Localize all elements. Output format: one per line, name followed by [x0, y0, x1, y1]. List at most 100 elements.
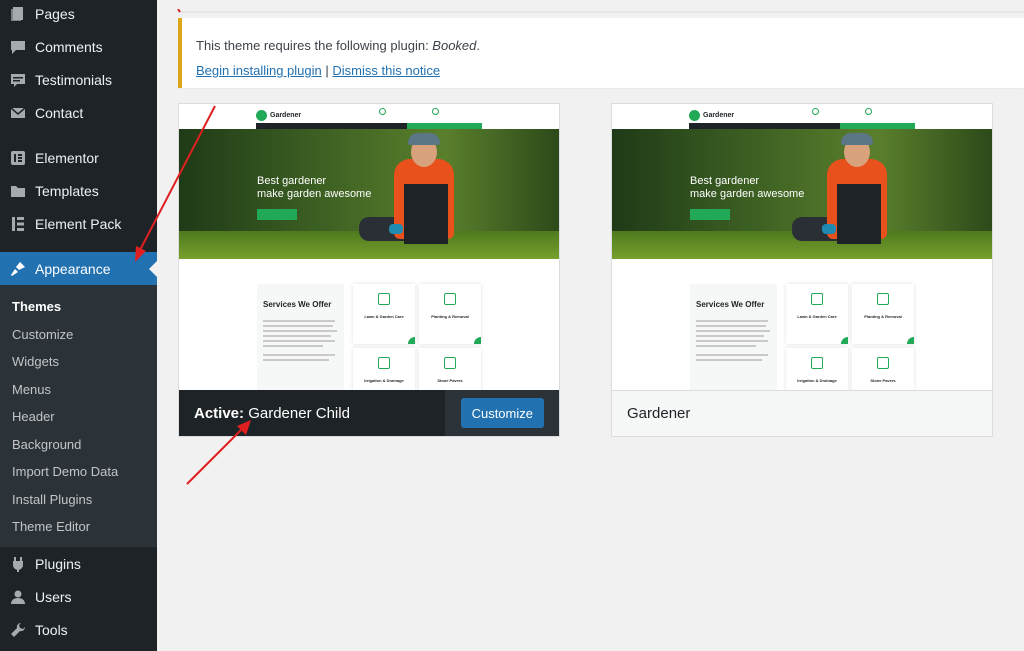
- text-line: [696, 340, 768, 342]
- clock-icon: [432, 108, 439, 115]
- text-line: [696, 359, 762, 361]
- active-theme-name: Active: Gardener Child: [194, 405, 350, 422]
- text-line: [696, 325, 766, 327]
- services-intro: Services We Offer: [257, 284, 344, 390]
- elementor-icon: [9, 149, 27, 167]
- service-card: Stone Pavers: [852, 348, 914, 390]
- preview-hero: Best gardener make garden awesome: [612, 129, 992, 259]
- text-line: [263, 330, 337, 332]
- theme-name: Gardener: [627, 405, 691, 422]
- sidebar-item-comments[interactable]: Comments: [0, 30, 157, 63]
- service-card: Irrigation & Drainage: [786, 348, 848, 390]
- submenu-item-install-plugins[interactable]: Install Plugins: [12, 492, 92, 507]
- sidebar-item-plugins[interactable]: Plugins: [0, 547, 157, 580]
- hero-button: [257, 209, 297, 220]
- top-content-border: [157, 0, 1024, 13]
- service-label: Planting & Removal: [864, 314, 902, 319]
- preview-logo: Gardener: [689, 110, 734, 121]
- submenu-item-theme-editor[interactable]: Theme Editor: [12, 519, 90, 534]
- sidebar-item-pages[interactable]: Pages: [0, 0, 157, 30]
- comments-icon: [9, 38, 27, 56]
- service-label: Irrigation & Drainage: [364, 378, 404, 383]
- hero-title-line: Best gardener: [257, 175, 327, 187]
- text-line: [263, 335, 331, 337]
- submenu-item-header[interactable]: Header: [12, 409, 55, 424]
- submenu-item-themes[interactable]: Themes: [12, 299, 61, 314]
- appearance-icon: [9, 260, 27, 278]
- theme-screenshot[interactable]: Gardener Best gardener make garden awesom…: [612, 104, 992, 390]
- lawn-care-icon: [811, 293, 823, 305]
- service-label: Planting & Removal: [431, 314, 469, 319]
- preview-logo-text: Gardener: [703, 112, 735, 119]
- notice-separator: |: [325, 63, 329, 78]
- service-card: Lawn & Garden Care: [353, 284, 415, 344]
- stone-pavers-icon: [877, 357, 889, 369]
- preview-hero: Best gardener make garden awesome: [179, 129, 559, 259]
- sidebar-item-tools[interactable]: Tools: [0, 613, 157, 646]
- services-title: Services We Offer: [696, 300, 765, 309]
- sidebar-item-users[interactable]: Users: [0, 580, 157, 613]
- service-label: Lawn & Garden Care: [364, 314, 404, 319]
- location-icon: [812, 108, 819, 115]
- theme-card-active[interactable]: Gardener Best gardener make garden awesom…: [178, 103, 560, 437]
- preview-logo: Gardener: [256, 110, 301, 121]
- service-card: Planting & Removal: [852, 284, 914, 344]
- admin-sidebar: Pages Comments Testimonials Contact Elem…: [0, 0, 157, 651]
- text-line: [696, 354, 768, 356]
- notice-plugin-name: Booked: [432, 38, 477, 53]
- theme-screenshot[interactable]: Gardener Best gardener make garden awesom…: [179, 104, 559, 390]
- text-line: [263, 340, 335, 342]
- services-title: Services We Offer: [263, 300, 332, 309]
- sidebar-item-templates[interactable]: Templates: [0, 174, 157, 207]
- text-line: [263, 354, 335, 356]
- service-label: Lawn & Garden Care: [797, 314, 837, 319]
- person-overalls: [404, 184, 448, 244]
- sidebar-item-testimonials[interactable]: Testimonials: [0, 63, 157, 96]
- service-label: Stone Pavers: [870, 378, 896, 383]
- corner-accent: [841, 337, 848, 344]
- text-line: [263, 325, 333, 327]
- planting-icon: [444, 293, 456, 305]
- submenu-item-import-demo-data[interactable]: Import Demo Data: [12, 464, 118, 479]
- sidebar-item-label: Comments: [35, 38, 103, 55]
- glove: [389, 224, 403, 234]
- corner-accent: [408, 337, 415, 344]
- location-icon: [379, 108, 386, 115]
- irrigation-icon: [811, 357, 823, 369]
- users-icon: [9, 588, 27, 606]
- corner-accent: [474, 337, 481, 344]
- preview-hours: [865, 108, 874, 115]
- submenu-item-widgets[interactable]: Widgets: [12, 354, 59, 369]
- service-card: Irrigation & Drainage: [353, 348, 415, 390]
- hero-title: Best gardener make garden awesome: [690, 175, 804, 201]
- pages-icon: [9, 5, 27, 23]
- irrigation-icon: [378, 357, 390, 369]
- sidebar-item-label: Element Pack: [35, 215, 122, 232]
- leaf-icon: [689, 110, 700, 121]
- person-cap: [841, 133, 873, 145]
- active-label: Active:: [194, 404, 245, 422]
- customize-button[interactable]: Customize: [460, 398, 544, 428]
- submenu-item-background[interactable]: Background: [12, 437, 81, 452]
- preview-hours: [432, 108, 441, 115]
- begin-installing-plugin-link[interactable]: Begin installing plugin: [196, 63, 322, 78]
- text-line: [696, 320, 768, 322]
- sidebar-item-label: Plugins: [35, 555, 81, 572]
- submenu-item-customize[interactable]: Customize: [12, 327, 73, 342]
- submenu-item-menus[interactable]: Menus: [12, 382, 51, 397]
- theme-card-gardener[interactable]: Gardener Best gardener make garden awesom…: [611, 103, 993, 437]
- sidebar-item-elementor[interactable]: Elementor: [0, 141, 157, 174]
- text-line: [696, 330, 770, 332]
- text-line: [263, 320, 335, 322]
- sidebar-item-contact[interactable]: Contact: [0, 96, 157, 129]
- sidebar-item-label: Users: [35, 588, 72, 605]
- sidebar-item-appearance[interactable]: Appearance: [0, 252, 157, 285]
- sidebar-item-label: Elementor: [35, 149, 99, 166]
- planting-icon: [877, 293, 889, 305]
- dismiss-notice-link[interactable]: Dismiss this notice: [332, 63, 440, 78]
- active-theme-bar: Active: Gardener Child Customize: [179, 390, 559, 436]
- sidebar-item-element-pack[interactable]: Element Pack: [0, 207, 157, 240]
- theme-name-text: Gardener Child: [248, 404, 350, 422]
- notice-actions: Begin installing plugin | Dismiss this n…: [196, 63, 440, 78]
- sidebar-item-label: Appearance: [35, 260, 111, 277]
